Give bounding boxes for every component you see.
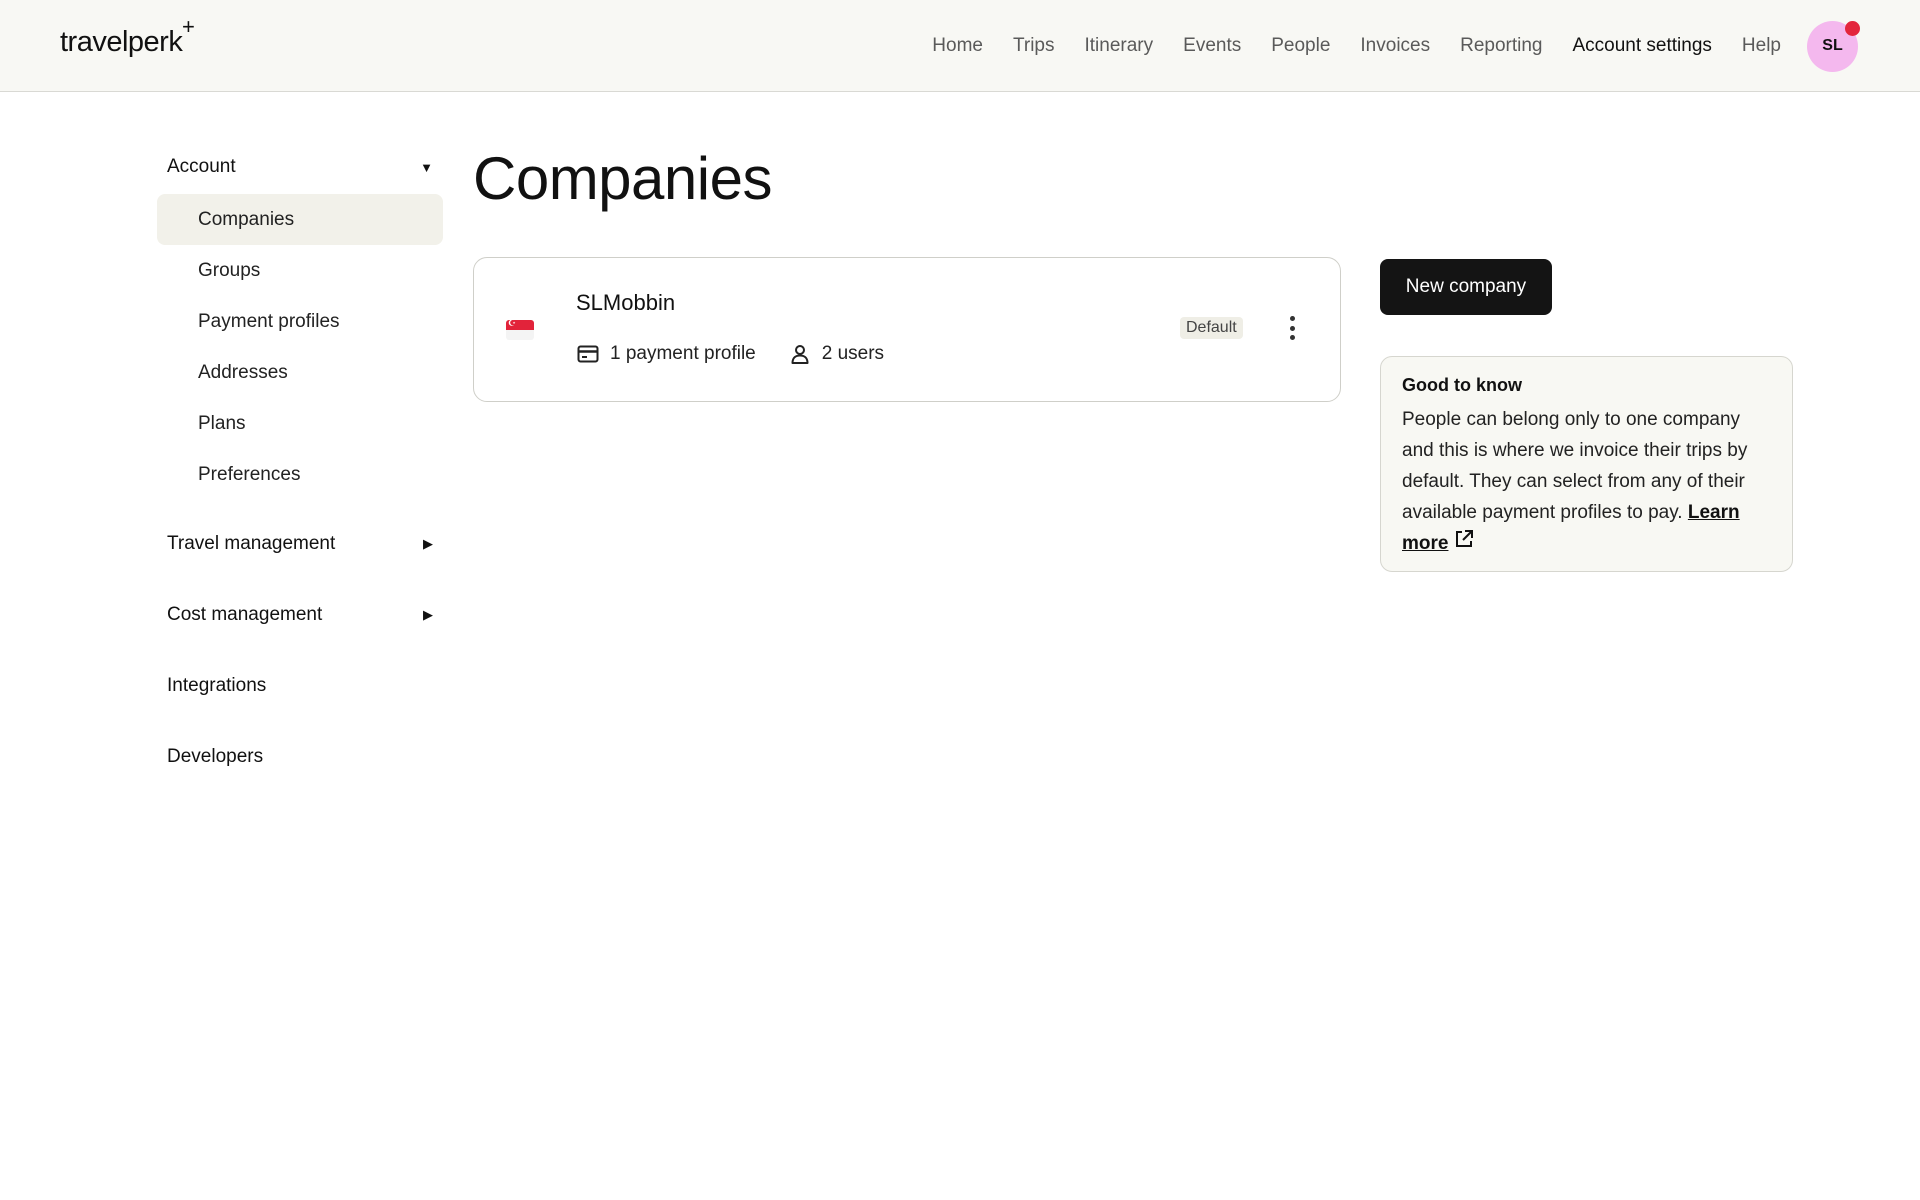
sidebar-section-account[interactable]: Account ▼ [157,140,443,194]
avatar-initials: SL [1822,37,1843,54]
company-meta: 1 payment profile 2 users [576,342,884,366]
logo-text: travelperk [60,26,183,58]
logo-plus: + [181,14,195,39]
user-icon [788,342,812,366]
default-badge: Default [1180,317,1243,339]
caret-down-icon: ▼ [420,159,433,175]
company-card[interactable]: SLMobbin 1 payment profile 2 users Defau… [473,257,1341,402]
user-count: 2 users [821,343,885,364]
nav-reporting[interactable]: Reporting [1460,35,1542,57]
more-options-icon[interactable] [1282,312,1302,344]
settings-sidebar: Account ▼ Companies Groups Payment profi… [157,140,443,784]
sidebar-section-developers[interactable]: Developers [157,730,443,784]
sidebar-section-cost-management[interactable]: Cost management ▶ [157,588,443,642]
caret-right-icon: ▶ [423,607,433,622]
info-title: Good to know [1402,375,1522,395]
credit-card-icon [576,342,600,366]
info-text: People can belong only to one company an… [1402,404,1771,559]
sidebar-item-groups[interactable]: Groups [157,245,443,296]
nav-home[interactable]: Home [932,35,983,57]
nav-account-settings[interactable]: Account settings [1573,35,1712,57]
nav-events[interactable]: Events [1183,35,1241,57]
singapore-flag-icon [506,320,534,340]
nav-trips[interactable]: Trips [1013,35,1055,57]
sidebar-section-label: Cost management [167,604,323,625]
sidebar-section-label: Developers [167,746,264,767]
sidebar-item-payment-profiles[interactable]: Payment profiles [157,296,443,347]
good-to-know-panel: Good to know People can belong only to o… [1380,356,1793,572]
external-link-icon[interactable] [1454,528,1474,559]
notification-dot [1845,20,1860,36]
sidebar-section-label: Travel management [167,533,336,554]
sidebar-item-companies[interactable]: Companies [157,194,443,245]
sidebar-section-travel-management[interactable]: Travel management ▶ [157,517,443,571]
payment-profile-count: 1 payment profile [610,343,756,364]
user-avatar[interactable]: SL [1807,20,1860,72]
nav-people[interactable]: People [1271,35,1330,57]
sidebar-item-preferences[interactable]: Preferences [157,449,443,500]
travelperk-logo[interactable]: travelperk + [60,14,195,59]
page-title: Companies [473,145,773,212]
sidebar-section-label: Integrations [167,675,267,696]
main-nav: Home Trips Itinerary Events People Invoi… [902,20,1860,72]
sidebar-section-integrations[interactable]: Integrations [157,659,443,713]
caret-right-icon: ▶ [423,536,433,551]
sidebar-item-addresses[interactable]: Addresses [157,347,443,398]
top-navigation-bar: travelperk + Home Trips Itinerary Events … [0,0,1920,92]
nav-invoices[interactable]: Invoices [1360,35,1430,57]
new-company-button[interactable]: New company [1380,259,1552,315]
sidebar-item-plans[interactable]: Plans [157,398,443,449]
sidebar-section-label: Account [167,156,236,177]
nav-help[interactable]: Help [1742,35,1781,57]
nav-itinerary[interactable]: Itinerary [1085,35,1154,57]
company-name: SLMobbin [576,290,676,315]
